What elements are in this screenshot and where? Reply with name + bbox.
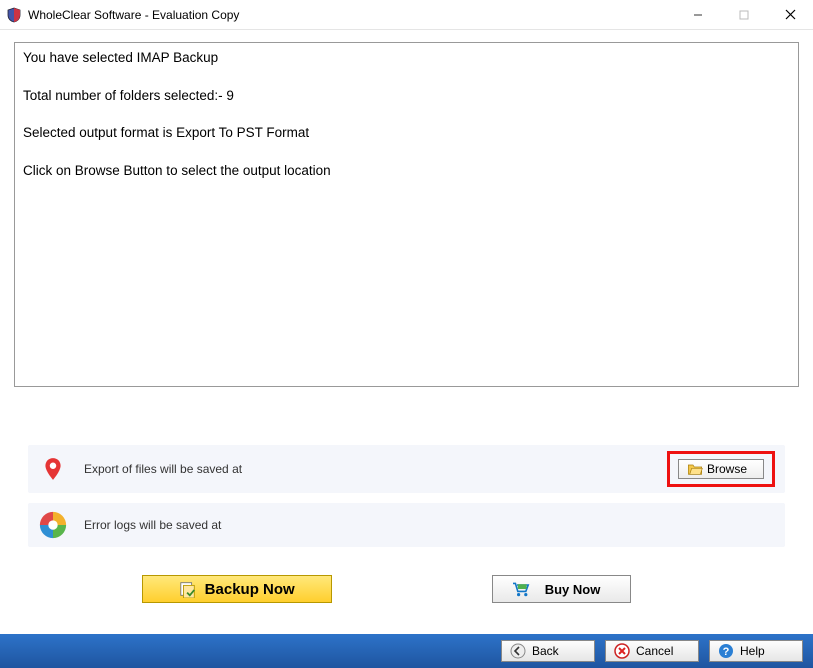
backup-icon — [179, 580, 197, 598]
minimize-button[interactable] — [675, 0, 721, 29]
error-log-row: Error logs will be saved at — [28, 503, 785, 547]
folder-open-icon — [687, 462, 703, 476]
cart-icon — [511, 581, 531, 597]
export-path-label: Export of files will be saved at — [84, 462, 667, 476]
titlebar: WholeClear Software - Evaluation Copy — [0, 0, 813, 30]
back-button[interactable]: Back — [501, 640, 595, 662]
browse-button[interactable]: Browse — [678, 459, 764, 479]
svg-text:?: ? — [723, 646, 730, 658]
bottom-bar: Back Cancel ? Help — [0, 634, 813, 668]
info-line-2: Total number of folders selected:- 9 — [23, 87, 790, 105]
path-rows: Export of files will be saved at Browse … — [14, 445, 799, 557]
browse-highlight: Browse — [667, 451, 775, 487]
pie-chart-icon — [38, 510, 68, 540]
export-path-row: Export of files will be saved at Browse — [28, 445, 785, 493]
backup-now-button[interactable]: Backup Now — [142, 575, 332, 603]
error-log-label: Error logs will be saved at — [84, 518, 775, 532]
browse-button-label: Browse — [707, 462, 747, 476]
help-label: Help — [740, 644, 765, 658]
info-line-3: Selected output format is Export To PST … — [23, 124, 790, 142]
help-icon: ? — [718, 643, 734, 659]
action-row: Backup Now Buy Now — [14, 575, 799, 611]
backup-now-label: Backup Now — [205, 581, 295, 598]
app-icon — [6, 7, 22, 23]
cancel-icon — [614, 643, 630, 659]
maximize-button[interactable] — [721, 0, 767, 29]
window-controls — [675, 0, 813, 29]
info-line-1: You have selected IMAP Backup — [23, 49, 790, 67]
back-arrow-icon — [510, 643, 526, 659]
info-panel: You have selected IMAP Backup Total numb… — [14, 42, 799, 387]
buy-now-button[interactable]: Buy Now — [492, 575, 632, 603]
buy-now-label: Buy Now — [545, 582, 601, 597]
content-area: You have selected IMAP Backup Total numb… — [0, 30, 813, 634]
window-title: WholeClear Software - Evaluation Copy — [28, 8, 675, 22]
back-label: Back — [532, 644, 559, 658]
location-pin-icon — [38, 454, 68, 484]
cancel-button[interactable]: Cancel — [605, 640, 699, 662]
help-button[interactable]: ? Help — [709, 640, 803, 662]
cancel-label: Cancel — [636, 644, 673, 658]
info-line-4: Click on Browse Button to select the out… — [23, 162, 790, 180]
close-button[interactable] — [767, 0, 813, 29]
